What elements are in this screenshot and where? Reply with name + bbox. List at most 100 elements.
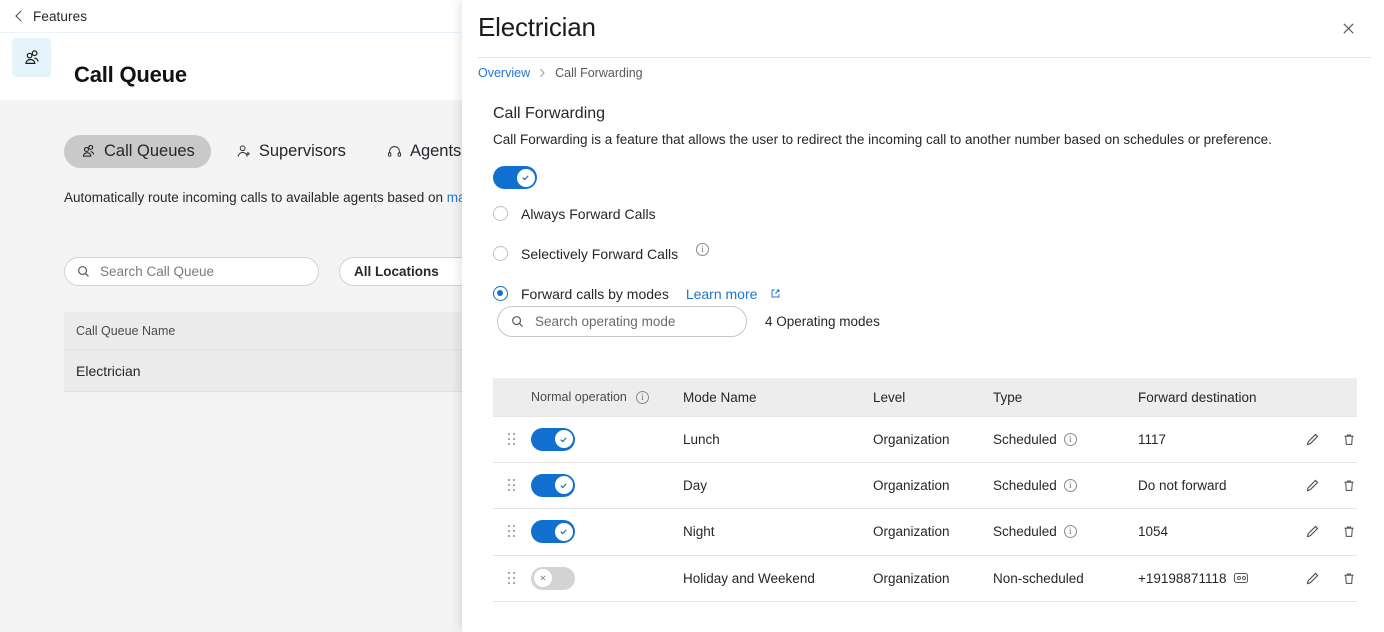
tab-label: Call Queues: [104, 142, 195, 160]
info-icon[interactable]: i: [1063, 525, 1077, 539]
info-icon[interactable]: i: [635, 390, 649, 404]
type-cell: Scheduled: [993, 431, 1057, 447]
panel-title: Electrician: [478, 12, 596, 42]
pencil-icon[interactable]: [1305, 478, 1320, 493]
search-operating-mode-input[interactable]: Search operating mode: [497, 306, 747, 337]
description-text: Automatically route incoming calls to av…: [64, 190, 443, 205]
normal-operation-toggle[interactable]: [531, 566, 575, 590]
info-icon[interactable]: i: [1063, 478, 1077, 492]
call-forwarding-panel: Electrician Overview Call Forwarding Cal…: [462, 0, 1384, 632]
search-icon: [511, 315, 524, 328]
level-cell: Organization: [873, 431, 950, 447]
external-link-icon[interactable]: [770, 288, 781, 299]
learn-more-link[interactable]: Learn more: [686, 286, 758, 302]
operating-mode-search-row: Search operating mode 4 Operating modes: [497, 306, 880, 337]
column-header-level: Level: [873, 389, 906, 405]
panel-header: Electrician: [462, 0, 1384, 57]
trash-icon[interactable]: [1342, 524, 1356, 539]
tab-label: Supervisors: [258, 142, 346, 160]
normal-operation-toggle[interactable]: [531, 520, 575, 544]
voicemail-icon: [1234, 573, 1249, 584]
drag-handle-icon[interactable]: [508, 571, 515, 585]
trash-icon[interactable]: [1342, 478, 1356, 493]
table-row[interactable]: Holiday and Weekend Organization Non-sch…: [493, 555, 1357, 602]
close-icon: [533, 569, 552, 588]
radio-forward-calls-by-modes[interactable]: Forward calls by modes Learn more: [493, 283, 781, 304]
radio-button[interactable]: [493, 206, 508, 221]
search-placeholder: Search Call Queue: [100, 264, 215, 279]
column-header-forward-destination: Forward destination: [1138, 389, 1257, 405]
tab-supervisors[interactable]: Supervisors: [219, 135, 362, 168]
pencil-icon[interactable]: [1305, 524, 1320, 539]
breadcrumb-separator-icon: [539, 68, 546, 78]
section-description: Call Forwarding is a feature that allows…: [493, 132, 1272, 147]
table-row[interactable]: Day Organization Scheduled i Do not forw…: [493, 462, 1357, 509]
panel-body: Call Forwarding Call Forwarding is a fea…: [462, 95, 1384, 632]
normal-operation-toggle[interactable]: [531, 473, 575, 497]
call-queue-group-icon: [12, 38, 51, 77]
supervisor-person-icon: [235, 143, 252, 160]
operating-modes-count: 4 Operating modes: [765, 314, 880, 329]
normal-operation-toggle[interactable]: [531, 427, 575, 451]
search-placeholder: Search operating mode: [535, 314, 676, 329]
drag-handle-icon[interactable]: [508, 478, 515, 492]
radio-button[interactable]: [493, 246, 508, 261]
agent-headset-icon: [386, 143, 403, 160]
forwarding-mode-radio-group: Always Forward Calls Selectively Forward…: [493, 203, 781, 323]
app-screen: Features Call Queue Call Queues Supervis…: [0, 0, 1384, 632]
page-title: Call Queue: [74, 62, 187, 87]
operating-modes-table: Normal operation i Mode Name Level Type …: [493, 378, 1357, 602]
close-icon[interactable]: [1338, 18, 1358, 38]
forward-destination-cell: Do not forward: [1138, 477, 1227, 493]
check-icon: [554, 522, 573, 541]
tab-call-queues[interactable]: Call Queues: [64, 135, 211, 168]
tab-bar: Call Queues Supervisors Agents: [64, 135, 477, 168]
trash-icon[interactable]: [1342, 432, 1356, 447]
drag-handle-icon[interactable]: [508, 432, 515, 446]
radio-button[interactable]: [493, 286, 508, 301]
back-to-features-link[interactable]: Features: [33, 9, 87, 24]
breadcrumb-current: Call Forwarding: [555, 66, 643, 80]
filter-bar: Search Call Queue All Locations: [64, 257, 474, 286]
check-icon: [516, 168, 535, 187]
call-queue-name-cell: Electrician: [76, 362, 141, 379]
call-forwarding-master-toggle[interactable]: [493, 166, 537, 189]
check-icon: [554, 476, 573, 495]
column-header-mode-name: Mode Name: [683, 389, 757, 405]
search-call-queue-input[interactable]: Search Call Queue: [64, 257, 319, 286]
column-header-call-queue-name: Call Queue Name: [76, 323, 176, 338]
call-queue-group-icon: [80, 143, 97, 160]
trash-icon[interactable]: [1342, 571, 1356, 586]
column-header-normal-operation: Normal operation: [531, 390, 627, 404]
pencil-icon[interactable]: [1305, 432, 1320, 447]
section-title: Call Forwarding: [493, 105, 606, 122]
type-cell: Scheduled: [993, 524, 1057, 540]
location-filter-value: All Locations: [354, 264, 439, 279]
info-icon[interactable]: i: [696, 243, 710, 256]
pencil-icon[interactable]: [1305, 571, 1320, 586]
forward-destination-cell: +19198871118: [1138, 570, 1227, 586]
info-icon[interactable]: i: [1063, 432, 1077, 446]
check-icon: [554, 430, 573, 449]
panel-header-divider: [478, 57, 1371, 58]
table-row[interactable]: Night Organization Scheduled i 1054: [493, 509, 1357, 556]
radio-always-forward-calls[interactable]: Always Forward Calls: [493, 203, 781, 224]
radio-label: Selectively Forward Calls: [521, 245, 679, 262]
radio-label: Forward calls by modes: [521, 285, 669, 302]
mode-name-cell: Lunch: [683, 431, 720, 447]
breadcrumb-overview-link[interactable]: Overview: [478, 66, 530, 80]
table-row[interactable]: Lunch Organization Scheduled i 1117: [493, 416, 1357, 463]
radio-label: Always Forward Calls: [521, 205, 656, 222]
drag-handle-icon[interactable]: [508, 525, 515, 538]
chevron-left-icon[interactable]: [14, 11, 25, 22]
level-cell: Organization: [873, 570, 950, 586]
column-header-type: Type: [993, 389, 1023, 405]
mode-name-cell: Night: [683, 524, 715, 540]
type-cell: Non-scheduled: [993, 570, 1084, 586]
breadcrumb: Overview Call Forwarding: [478, 66, 643, 80]
forward-destination-cell: 1054: [1138, 524, 1169, 540]
radio-selectively-forward-calls[interactable]: Selectively Forward Calls i: [493, 243, 781, 264]
mode-name-cell: Holiday and Weekend: [683, 570, 815, 586]
search-icon: [77, 265, 90, 278]
location-filter-dropdown[interactable]: All Locations: [339, 257, 474, 286]
